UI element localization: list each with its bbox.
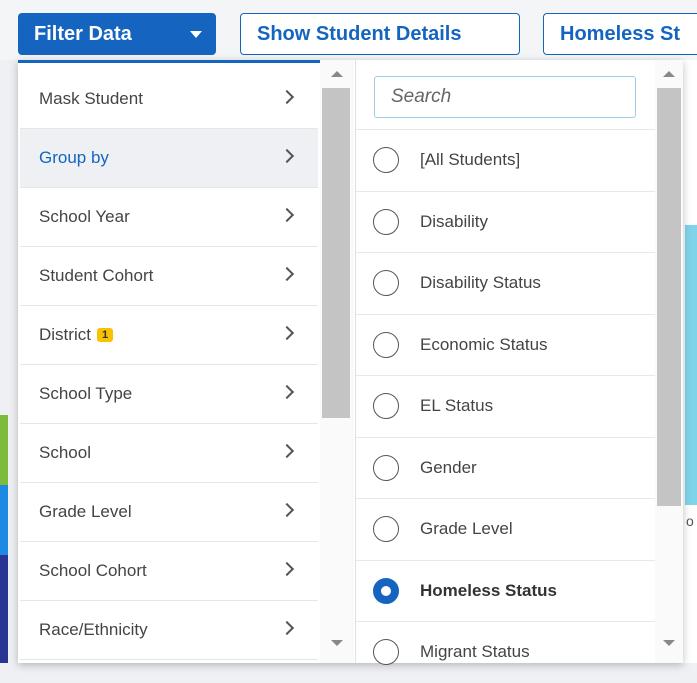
show-student-details-button[interactable]: Show Student Details (240, 13, 520, 55)
option-migrant-status[interactable]: Migrant Status (356, 621, 656, 683)
option-all-students[interactable]: [All Students] (356, 129, 656, 191)
menu-item-label: Mask Student (39, 89, 143, 108)
chevron-right-icon (279, 266, 295, 282)
menu-item-label: Student Cohort (39, 266, 154, 285)
option-label: Disability (420, 211, 489, 231)
menu-item-school-cohort[interactable]: School Cohort (20, 542, 318, 601)
scroll-down-arrow-icon[interactable] (331, 640, 343, 646)
background-stripe (0, 415, 8, 485)
menu-item-race-ethnicity[interactable]: Race/Ethnicity (20, 601, 318, 660)
radio-button[interactable] (373, 639, 399, 665)
radio-button[interactable] (373, 516, 399, 542)
menu-item-district[interactable]: District 1 (20, 306, 318, 365)
option-label: Migrant Status (420, 642, 530, 662)
toolbar: Filter Data Show Student Details Homeles… (0, 0, 697, 60)
menu-item-school-type[interactable]: School Type (20, 365, 318, 424)
chevron-right-icon (279, 89, 295, 105)
scroll-up-arrow-icon[interactable] (331, 71, 343, 77)
homeless-status-button[interactable]: Homeless St (543, 13, 697, 55)
option-disability-status[interactable]: Disability Status (356, 252, 656, 314)
background-chart-bar (685, 225, 697, 505)
options-scrollbar[interactable] (655, 60, 683, 663)
radio-button-selected[interactable] (373, 577, 399, 604)
option-label: [All Students] (420, 150, 521, 170)
option-disability[interactable]: Disability (356, 190, 656, 253)
background-stripe (0, 485, 8, 555)
menu-item-label: School Year (39, 207, 130, 226)
option-label: Homeless Status (420, 580, 557, 600)
radio-button[interactable] (373, 331, 399, 358)
chevron-right-icon (279, 207, 295, 223)
chevron-right-icon (279, 502, 295, 518)
menu-item-school-year[interactable]: School Year (20, 188, 318, 247)
filter-dropdown-panel: Mask Student Group by School Year Studen… (18, 60, 683, 665)
menu-item-group-by[interactable]: Group by (20, 129, 318, 188)
filter-menu-scrollbar[interactable] (320, 60, 354, 663)
show-student-details-label: Show Student Details (257, 22, 462, 45)
group-by-options-list: [All Students] Disability Disability Sta… (356, 129, 656, 683)
menu-item-label: School Type (39, 384, 133, 403)
filter-menu: Mask Student Group by School Year Studen… (20, 70, 318, 660)
homeless-status-label: Homeless St (560, 22, 681, 45)
scroll-down-arrow-icon[interactable] (663, 640, 675, 646)
chevron-right-icon (279, 325, 295, 341)
option-gender[interactable]: Gender (356, 436, 656, 499)
menu-item-school[interactable]: School (20, 424, 318, 483)
menu-item-label: School Cohort (39, 561, 147, 580)
option-label: EL Status (420, 396, 494, 416)
background-stripe (0, 555, 8, 663)
option-grade-level[interactable]: Grade Level (356, 498, 656, 560)
menu-item-label: Group by (39, 148, 109, 167)
chevron-right-icon (279, 561, 295, 577)
chevron-right-icon (279, 148, 295, 164)
scroll-up-arrow-icon[interactable] (663, 71, 675, 77)
radio-button[interactable] (373, 454, 399, 481)
option-label: Economic Status (420, 334, 548, 354)
option-el-status[interactable]: EL Status (356, 375, 656, 437)
menu-item-mask-student[interactable]: Mask Student (20, 70, 318, 129)
chevron-right-icon (279, 443, 295, 459)
background-text-fragment: o (686, 513, 694, 529)
chevron-right-icon (279, 384, 295, 400)
radio-button[interactable] (373, 270, 399, 296)
option-label: Gender (420, 457, 477, 477)
filter-count-badge: 1 (96, 328, 114, 342)
option-label: Disability Status (420, 273, 541, 293)
chevron-right-icon (279, 620, 295, 636)
menu-item-student-cohort[interactable]: Student Cohort (20, 247, 318, 306)
filter-data-label: Filter Data (34, 22, 132, 45)
caret-down-icon (190, 31, 202, 38)
radio-button[interactable] (373, 393, 399, 419)
menu-item-label: Race/Ethnicity (39, 620, 148, 639)
option-label: Grade Level (420, 519, 513, 539)
option-homeless-status[interactable]: Homeless Status (356, 559, 656, 622)
scrollbar-thumb[interactable] (322, 88, 350, 418)
filter-data-button[interactable]: Filter Data (18, 13, 216, 55)
search-input[interactable] (374, 76, 636, 118)
radio-button[interactable] (373, 208, 399, 235)
radio-button[interactable] (373, 147, 399, 173)
menu-item-label: Grade Level (39, 502, 132, 521)
menu-item-label: School (39, 443, 91, 462)
group-by-options-panel: [All Students] Disability Disability Sta… (355, 60, 656, 665)
panel-accent-line (18, 60, 320, 63)
menu-item-label: District (39, 325, 91, 344)
option-economic-status[interactable]: Economic Status (356, 313, 656, 376)
scrollbar-thumb[interactable] (657, 88, 681, 506)
menu-item-grade-level[interactable]: Grade Level (20, 483, 318, 542)
